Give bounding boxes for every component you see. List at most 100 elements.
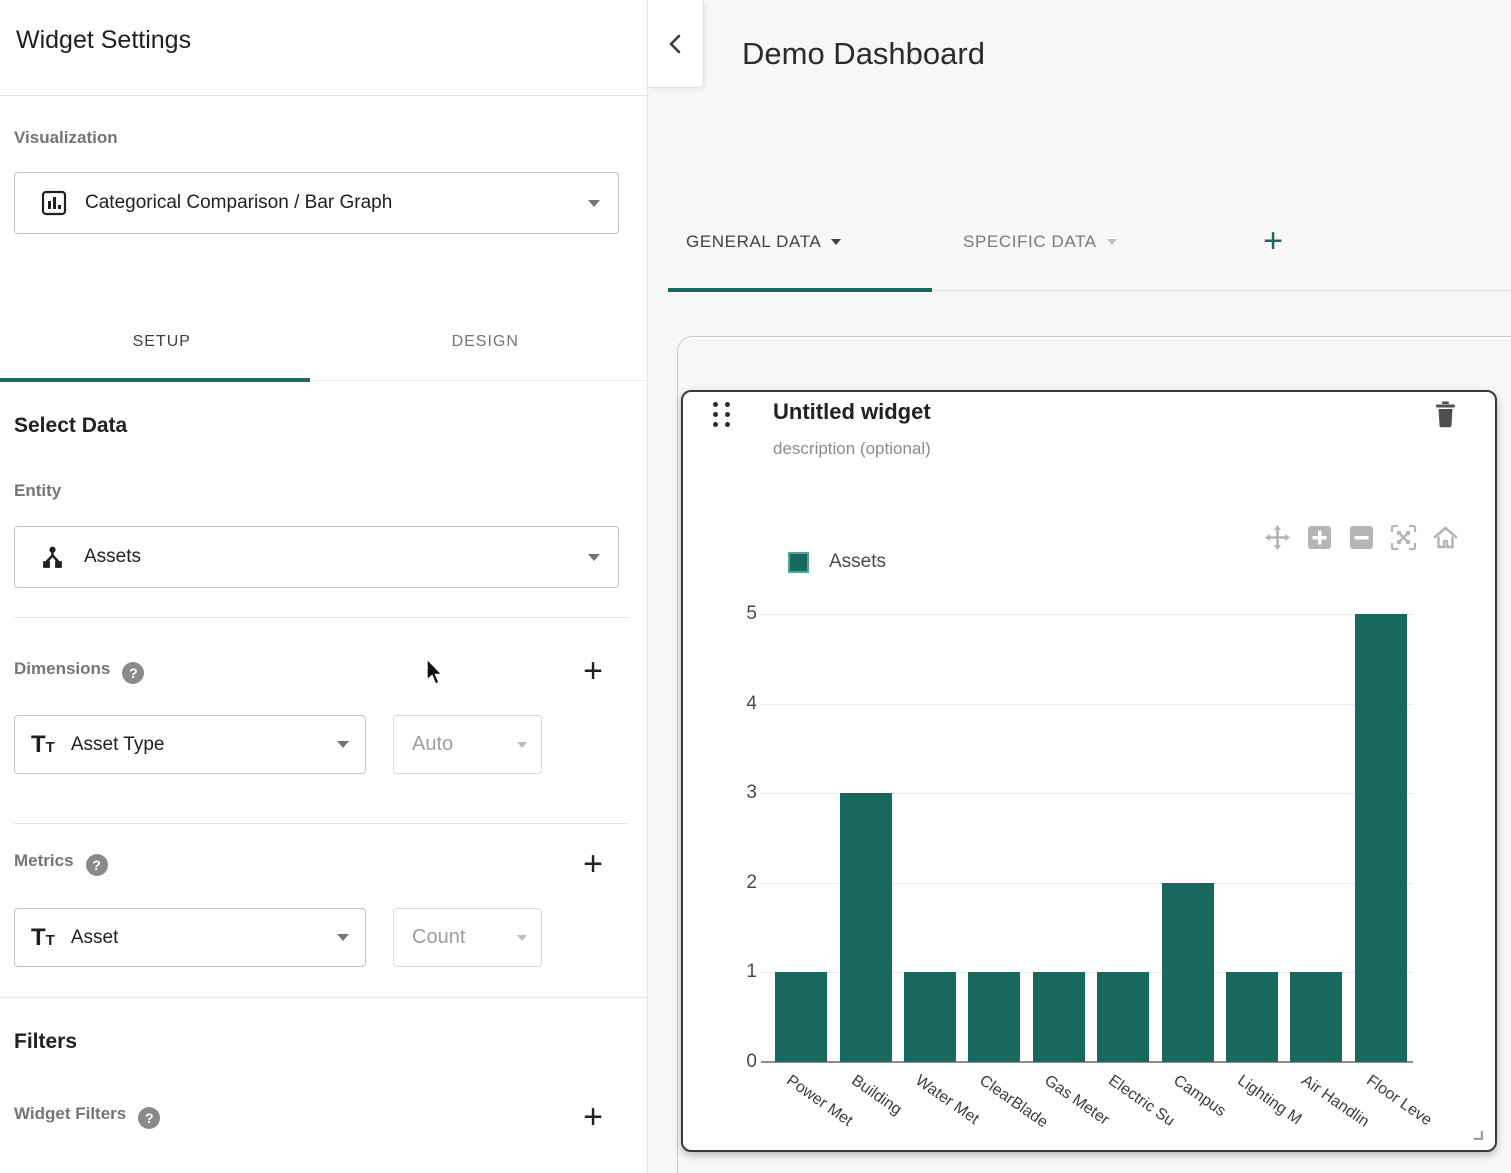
tab-design[interactable]: DESIGN — [324, 303, 648, 380]
bar-Gas Meter — [1033, 972, 1085, 1062]
bar-ClearBlade — [968, 972, 1020, 1062]
chevron-down-icon — [337, 741, 349, 748]
zoom-in-tool-icon[interactable] — [1306, 524, 1333, 551]
chevron-down-icon — [337, 934, 349, 941]
trash-icon — [1434, 401, 1457, 428]
chevron-down-icon — [517, 742, 527, 748]
help-icon[interactable]: ? — [138, 1107, 160, 1129]
chevron-down-icon — [1107, 239, 1117, 245]
dimension-field-value: Asset Type — [71, 734, 165, 756]
dimension-bucket-select[interactable]: Auto — [393, 715, 542, 774]
resize-handle-icon[interactable] — [1470, 1127, 1483, 1140]
metrics-label-text: Metrics — [14, 851, 74, 870]
bar-Power Met — [775, 972, 827, 1062]
y-axis-tick-label: 1 — [727, 961, 757, 983]
divider — [0, 997, 647, 998]
x-axis-tick-label: ClearBlade — [976, 1072, 1051, 1132]
chevron-down-icon — [588, 200, 600, 207]
tabs-bottom-border — [932, 290, 1511, 291]
dimensions-label: Dimensions? — [14, 659, 144, 684]
bar-chart-plot: 012345Power MetBuildingWater MetClearBla… — [769, 614, 1413, 1062]
metric-aggregation-value: Count — [412, 926, 465, 949]
x-axis-tick-label: Air Handlin — [1298, 1072, 1372, 1132]
dimensions-label-text: Dimensions — [14, 659, 110, 678]
visualization-value: Categorical Comparison / Bar Graph — [85, 192, 392, 214]
widget-filters-label-text: Widget Filters — [14, 1104, 126, 1123]
divider — [0, 95, 647, 96]
widget-card: Untitled widget description (optional) — [681, 390, 1497, 1152]
widget-description[interactable]: description (optional) — [773, 439, 931, 459]
widget-filters-label: Widget Filters? — [14, 1104, 160, 1129]
tab-specific-data-label: SPECIFIC DATA — [963, 232, 1097, 252]
active-tab-underline — [0, 378, 310, 382]
chevron-down-icon — [588, 554, 600, 561]
hierarchy-icon — [39, 544, 66, 571]
delete-widget-button[interactable] — [1434, 401, 1457, 428]
visualization-select[interactable]: Categorical Comparison / Bar Graph — [14, 172, 619, 234]
help-icon[interactable]: ? — [86, 854, 108, 876]
entity-value: Assets — [84, 546, 141, 568]
widget-title[interactable]: Untitled widget — [773, 399, 931, 425]
x-axis-tick-label: Electric Su — [1105, 1072, 1178, 1131]
add-tab-button[interactable]: + — [1256, 226, 1290, 260]
help-icon[interactable]: ? — [122, 662, 144, 684]
select-data-heading: Select Data — [14, 414, 127, 438]
panel-title: Widget Settings — [16, 26, 191, 55]
x-axis-tick-label: Floor Leve — [1362, 1072, 1434, 1130]
gridline — [761, 704, 1413, 705]
divider — [14, 617, 628, 618]
metric-field-value: Asset — [71, 927, 119, 949]
tab-specific-data[interactable]: SPECIFIC DATA — [963, 232, 1117, 252]
bar-Building — [840, 793, 892, 1062]
bar-Floor Leve — [1355, 614, 1407, 1062]
gridline — [761, 614, 1413, 615]
metrics-label: Metrics? — [14, 851, 108, 876]
add-dimension-button[interactable]: + — [576, 656, 610, 690]
entity-label: Entity — [14, 481, 61, 501]
bar-Lighting M — [1226, 972, 1278, 1062]
chevron-down-icon — [517, 935, 527, 941]
tab-setup[interactable]: SETUP — [0, 303, 324, 380]
x-axis-tick-label: Power Met — [783, 1072, 856, 1131]
y-axis-tick-label: 3 — [727, 782, 757, 804]
entity-select[interactable]: Assets — [14, 526, 619, 588]
metric-field-select[interactable]: TT Asset — [14, 908, 366, 967]
mouse-cursor — [425, 658, 447, 688]
x-axis-tick-label: Campus — [1169, 1072, 1228, 1121]
x-axis-tick-label: Water Met — [912, 1072, 982, 1129]
dashboard-title: Demo Dashboard — [742, 36, 985, 72]
x-axis-tick-label: Building — [847, 1072, 904, 1119]
filters-heading: Filters — [14, 1030, 77, 1054]
bar-Water Met — [904, 972, 956, 1062]
bar-Air Handlin — [1290, 972, 1342, 1062]
pan-tool-icon[interactable] — [1264, 524, 1291, 551]
legend-label: Assets — [829, 551, 886, 573]
reset-home-tool-icon[interactable] — [1432, 524, 1459, 551]
collapse-panel-button[interactable] — [648, 0, 704, 88]
zoom-out-tool-icon[interactable] — [1348, 524, 1375, 551]
x-axis-tick-label: Gas Meter — [1040, 1072, 1112, 1130]
dimension-field-select[interactable]: TT Asset Type — [14, 715, 366, 774]
bar-chart-icon — [41, 190, 67, 216]
tab-general-data[interactable]: GENERAL DATA — [686, 232, 841, 252]
chevron-down-icon — [831, 239, 841, 245]
metric-aggregation-select[interactable]: Count — [393, 908, 542, 967]
chart-toolbar — [1264, 524, 1459, 551]
add-metric-button[interactable]: + — [576, 849, 610, 883]
tab-general-data-label: GENERAL DATA — [686, 232, 821, 252]
y-axis-tick-label: 4 — [727, 693, 757, 715]
bar-Campus — [1162, 883, 1214, 1062]
text-fields-icon: TT — [31, 733, 55, 757]
active-tab-underline — [668, 288, 932, 292]
visualization-label: Visualization — [14, 128, 118, 148]
dashboard-panel: Demo Dashboard GENERAL DATA SPECIFIC DAT… — [648, 0, 1511, 1173]
setup-design-tabs: SETUP DESIGN — [0, 303, 647, 381]
y-axis-tick-label: 2 — [727, 872, 757, 894]
box-zoom-tool-icon[interactable] — [1390, 524, 1417, 551]
add-widget-filter-button[interactable]: + — [576, 1102, 610, 1136]
drag-handle-icon[interactable] — [713, 402, 730, 427]
app-root: Widget Settings Visualization Categorica… — [0, 0, 1511, 1173]
chart-legend[interactable]: Assets — [788, 551, 886, 573]
text-fields-icon: TT — [31, 926, 55, 950]
widget-settings-panel: Widget Settings Visualization Categorica… — [0, 0, 648, 1173]
